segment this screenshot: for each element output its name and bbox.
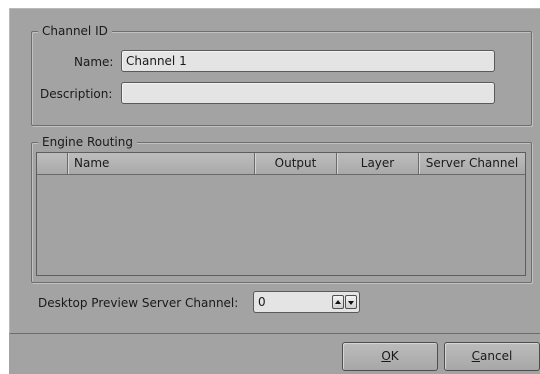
desktop-preview-label: Desktop Preview Server Channel: [38,296,239,310]
channel-id-legend: Channel ID [38,24,112,38]
column-header-name[interactable]: Name [68,153,255,174]
name-field[interactable] [121,50,495,72]
spin-down-button[interactable] [345,295,357,309]
spin-up-button[interactable] [332,295,344,309]
engine-routing-legend: Engine Routing [38,135,137,149]
table-body[interactable] [37,175,525,275]
spinbox-value: 0 [258,295,266,309]
cancel-mnemonic: C [471,349,481,363]
table-header: Name Output Layer Server Channel [37,153,525,175]
description-field[interactable] [121,82,495,104]
ok-label-rest: K [390,349,399,363]
column-header-layer[interactable]: Layer [337,153,419,174]
cancel-label-rest: ancel [480,349,513,363]
engine-routing-table[interactable]: Name Output Layer Server Channel [36,152,526,276]
description-label: Description: [40,87,113,101]
column-header-indicator[interactable] [37,153,68,174]
name-label: Name: [74,55,114,69]
column-header-output[interactable]: Output [255,153,337,174]
spin-up-icon [335,300,341,304]
desktop-preview-spinbox[interactable]: 0 [253,291,360,313]
ok-mnemonic: O [381,349,391,363]
ok-button[interactable]: OK [342,342,438,371]
spin-down-icon [348,301,354,305]
cancel-button[interactable]: Cancel [444,342,540,371]
channel-id-group: Channel ID [31,24,532,126]
column-header-server-channel[interactable]: Server Channel [419,153,525,174]
